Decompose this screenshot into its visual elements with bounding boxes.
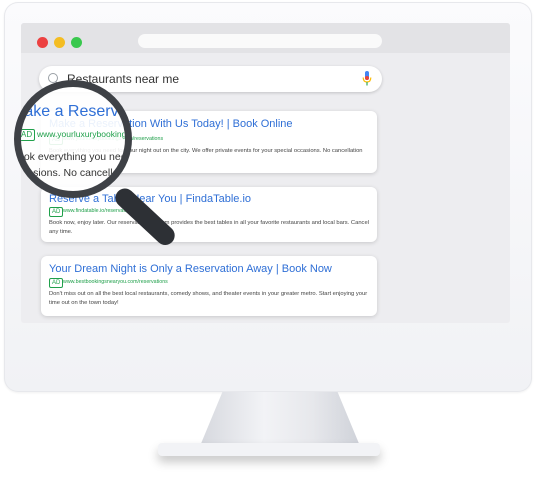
search-result-card[interactable]: Your Dream Night is Only a Reservation A… [41, 256, 377, 316]
search-result-card[interactable]: Reserve a Table Near You | FindaTable.io… [41, 187, 377, 242]
address-bar[interactable] [138, 34, 382, 48]
window-close-button[interactable] [37, 37, 48, 48]
ad-badge: AD [49, 278, 64, 288]
magnified-ad-badge: AD [21, 129, 36, 141]
magnified-desc-line: Book everything you need [14, 151, 132, 163]
browser-toolbar [21, 23, 510, 53]
monitor-stand [200, 392, 360, 446]
magnified-desc-line: occasions. No cancellatio [14, 167, 130, 179]
result-url[interactable]: www.bestbookingsnearyou.com/reservations [63, 279, 168, 285]
result-title[interactable]: Your Dream Night is Only a Reservation A… [49, 263, 332, 275]
window-zoom-button[interactable] [71, 37, 82, 48]
result-description: Book now, enjoy later. Our reservation p… [49, 220, 369, 235]
magnified-title: Make a Reservatio [14, 103, 128, 120]
magnified-url: www.yourluxurybookings [37, 129, 131, 139]
window-minimize-button[interactable] [54, 37, 65, 48]
ad-badge: AD [49, 207, 64, 217]
magnified-description: Book everything you need occasions. No ca… [14, 149, 132, 181]
magnifying-glass-icon: Make a Reservatio AD www.yourluxurybooki… [14, 80, 132, 198]
monitor-base [158, 443, 380, 456]
result-description: Don't miss out on all the best local res… [49, 291, 368, 306]
microphone-icon[interactable] [362, 71, 372, 87]
